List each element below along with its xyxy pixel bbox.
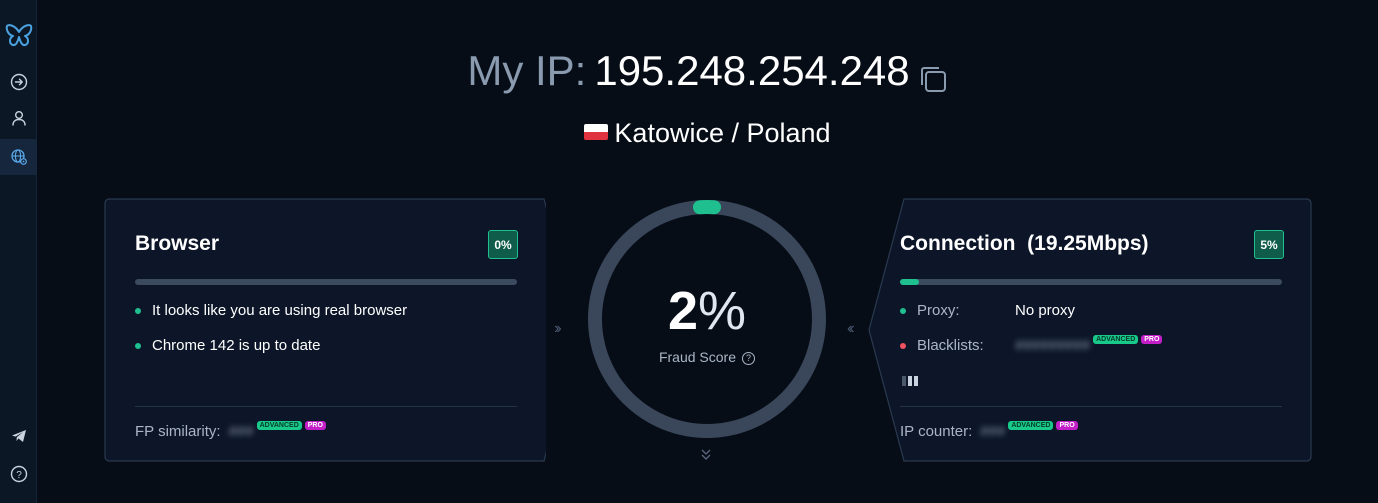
ip-counter-label: IP counter: [900, 423, 973, 440]
browser-check-item: It looks like you are using real browser [135, 302, 407, 319]
fp-similarity-value: ### [228, 423, 254, 440]
blacklists-value: ######### [1015, 337, 1091, 354]
location: Katowice / Poland [37, 116, 1378, 150]
proxy-label: Proxy: [917, 302, 960, 319]
fp-similarity-label: FP similarity: [135, 423, 221, 440]
help-circle-icon[interactable]: ? [742, 352, 756, 365]
connection-title-row: Connection (19.25Mbps) [900, 232, 1149, 256]
sidebar-item-go[interactable] [0, 64, 37, 100]
advanced-tag[interactable]: ADVANCED [1093, 335, 1139, 344]
score-percent-sign: % [698, 281, 747, 341]
status-dot [900, 342, 906, 349]
telegram-icon [11, 430, 26, 442]
user-icon [11, 111, 26, 126]
help-icon: ? [10, 465, 27, 483]
pro-tag[interactable]: PRO [1056, 421, 1078, 430]
pro-tag[interactable]: PRO [1141, 335, 1163, 344]
browser-check-item: Chrome 142 is up to date [135, 337, 320, 354]
sidebar-item-ip-check[interactable] [0, 139, 37, 175]
pro-tag[interactable]: PRO [304, 421, 326, 430]
ip-label: My IP: [467, 47, 587, 94]
browser-score-badge: 0% [488, 230, 518, 259]
blacklists-label: Blacklists: [917, 337, 984, 354]
fp-similarity-row: FP similarity: ### ADVANCED PRO [135, 421, 326, 440]
connection-title: Connection [900, 232, 1016, 255]
poland-flag-icon [584, 123, 609, 140]
status-dot [900, 307, 906, 314]
status-dot [135, 342, 141, 349]
butterfly-icon [5, 24, 32, 47]
fraud-score-label-row: Fraud Score? [587, 349, 827, 366]
browser-title: Browser [135, 232, 220, 255]
fraud-score-value: 2% [587, 280, 827, 342]
double-chevron-down-icon[interactable] [699, 448, 713, 462]
connection-panel: Connection (19.25Mbps) 5% Proxy: No proxy… [868, 198, 1312, 462]
globe-settings-icon [10, 149, 27, 165]
double-chevron-left-icon: ‹‹ [847, 320, 854, 337]
blacklist-bars-icon [902, 376, 918, 386]
copy-icon[interactable] [918, 55, 948, 92]
status-dot [135, 307, 141, 314]
double-chevron-right-icon: ›› [554, 320, 561, 337]
ip-value[interactable]: 195.248.254.248 [594, 47, 909, 94]
arrow-right-circle-icon [10, 73, 27, 91]
logo[interactable] [0, 18, 37, 54]
advanced-tag[interactable]: ADVANCED [256, 421, 302, 430]
connection-progress-fill [900, 279, 920, 285]
ip-counter-value: ### [980, 423, 1006, 440]
location-text: Katowice / Poland [614, 118, 831, 148]
divider [900, 406, 1282, 407]
connection-score-badge: 5% [1254, 230, 1284, 259]
sidebar-item-help[interactable]: ? [0, 456, 37, 492]
score-number: 2 [667, 281, 699, 341]
connection-progress-track [900, 279, 1282, 285]
sidebar-item-profile[interactable] [0, 100, 37, 136]
advanced-tag[interactable]: ADVANCED [1008, 421, 1054, 430]
divider [135, 406, 517, 407]
browser-check-text: Chrome 142 is up to date [152, 337, 321, 354]
proxy-row: Proxy: No proxy [900, 302, 1075, 319]
browser-panel: Browser 0% It looks like you are using r… [104, 198, 546, 462]
main-content: My IP: 195.248.254.248 Katowice / Poland … [37, 0, 1378, 503]
sidebar-item-telegram[interactable] [0, 418, 37, 454]
proxy-value: No proxy [1015, 302, 1076, 319]
browser-progress-track [135, 279, 517, 285]
ip-header: My IP: 195.248.254.248 [37, 46, 1378, 96]
sidebar: ? [0, 0, 37, 503]
svg-text:?: ? [16, 470, 22, 481]
blacklists-row: Blacklists: ######### ADVANCED PRO [900, 335, 1163, 354]
browser-check-text: It looks like you are using real browser [152, 302, 408, 319]
fraud-score-label: Fraud Score [658, 349, 737, 365]
connection-speed: (19.25Mbps) [1027, 232, 1149, 255]
ip-counter-row: IP counter: ### ADVANCED PRO [900, 421, 1078, 440]
